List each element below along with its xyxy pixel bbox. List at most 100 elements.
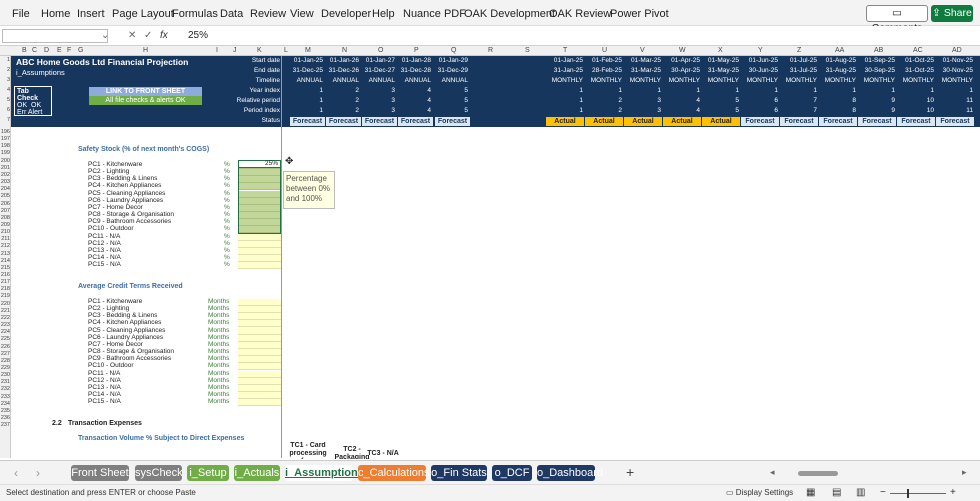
col-header[interactable]: S	[525, 47, 530, 54]
tab-syscheck[interactable]: sysCheck	[135, 465, 183, 481]
input-cell[interactable]	[238, 341, 281, 349]
link-front-sheet-button[interactable]: LINK TO FRONT SHEET	[89, 87, 202, 96]
row-header[interactable]: 198	[0, 143, 11, 149]
name-box[interactable]	[2, 29, 108, 43]
col-header[interactable]: V	[640, 47, 645, 54]
row-header[interactable]: 196	[0, 129, 11, 135]
comments-button[interactable]: ▭ Comments	[866, 5, 928, 34]
hscroll-right-icon[interactable]: ▸	[962, 467, 967, 478]
row-header[interactable]: 212	[0, 243, 11, 249]
row-header[interactable]: 207	[0, 208, 11, 214]
zoom-in-icon[interactable]: +	[950, 487, 956, 498]
row-header[interactable]: 226	[0, 344, 11, 350]
col-header[interactable]: U	[602, 47, 607, 54]
menu-data[interactable]: Data	[220, 8, 243, 20]
cancel-icon[interactable]: ✕	[128, 30, 136, 41]
row-header[interactable]: 206	[0, 201, 11, 207]
col-header[interactable]: AA	[835, 47, 844, 54]
tab-o-dashboard[interactable]: o_Dashboard	[537, 465, 603, 481]
input-cell[interactable]	[238, 399, 281, 407]
row-header[interactable]: 225	[0, 336, 11, 342]
zoom-slider[interactable]	[890, 493, 946, 494]
input-cell[interactable]	[238, 240, 281, 248]
row-header[interactable]: 224	[0, 329, 11, 335]
input-cell[interactable]	[238, 262, 281, 270]
col-header[interactable]: T	[563, 47, 567, 54]
function-icon[interactable]: fx	[160, 30, 168, 41]
active-cell[interactable]: 25%	[238, 160, 281, 168]
input-cell[interactable]	[238, 363, 281, 371]
tab-o-fin-stats[interactable]: o_Fin Stats	[431, 465, 487, 481]
enter-icon[interactable]: ✓	[144, 30, 152, 41]
col-header[interactable]: W	[679, 47, 686, 54]
row-header[interactable]: 234	[0, 401, 11, 407]
row-header[interactable]: 217	[0, 279, 11, 285]
row-header[interactable]: 204	[0, 186, 11, 192]
col-header[interactable]: L	[284, 47, 288, 54]
row-header[interactable]: 218	[0, 286, 11, 292]
tab-i-setup[interactable]: i_Setup	[187, 465, 229, 481]
row-header[interactable]: 220	[0, 301, 11, 307]
scroll-left-icon[interactable]: ‹	[14, 466, 18, 480]
col-header[interactable]: C	[32, 47, 37, 54]
row-header[interactable]: 236	[0, 415, 11, 421]
row-header[interactable]: 219	[0, 293, 11, 299]
chevron-down-icon[interactable]: ⌄	[101, 30, 109, 41]
menu-file[interactable]: File	[12, 8, 30, 20]
tab-i-assumptions[interactable]: i_Assumptions	[285, 465, 364, 481]
input-cell[interactable]	[238, 334, 281, 342]
input-cell[interactable]	[238, 349, 281, 357]
display-settings-button[interactable]: ▭ Display Settings	[726, 488, 793, 497]
col-header[interactable]: P	[414, 47, 419, 54]
row-header[interactable]: 211	[0, 236, 11, 242]
col-header[interactable]: AB	[874, 47, 883, 54]
row-header[interactable]: 230	[0, 372, 11, 378]
row-header[interactable]: 7	[0, 117, 11, 123]
menu-oak-review[interactable]: OAK Review	[549, 8, 611, 20]
input-cell[interactable]	[238, 327, 281, 335]
col-header[interactable]: O	[378, 47, 383, 54]
row-header[interactable]: 222	[0, 315, 11, 321]
row-header[interactable]: 229	[0, 365, 11, 371]
menu-review[interactable]: Review	[250, 8, 286, 20]
input-cell[interactable]	[238, 233, 281, 241]
col-header[interactable]: Q	[451, 47, 456, 54]
col-header[interactable]: J	[233, 47, 237, 54]
row-header[interactable]: 205	[0, 193, 11, 199]
row-header[interactable]: 3	[0, 77, 11, 83]
row-header[interactable]: 232	[0, 386, 11, 392]
menu-developer[interactable]: Developer	[321, 8, 371, 20]
row-header[interactable]: 215	[0, 265, 11, 271]
col-header[interactable]: N	[342, 47, 347, 54]
input-cell[interactable]	[238, 313, 281, 321]
input-cell[interactable]	[238, 247, 281, 255]
col-header[interactable]: Y	[758, 47, 763, 54]
menu-home[interactable]: Home	[41, 8, 70, 20]
col-header[interactable]: F	[67, 47, 71, 54]
col-header[interactable]: R	[488, 47, 493, 54]
input-cell[interactable]	[238, 391, 281, 399]
col-header[interactable]: H	[143, 47, 148, 54]
row-header[interactable]: 210	[0, 229, 11, 235]
row-header[interactable]: 223	[0, 322, 11, 328]
col-header[interactable]: X	[718, 47, 723, 54]
page-break-view-icon[interactable]: ▥	[856, 487, 865, 498]
row-header[interactable]: 1	[0, 57, 11, 63]
input-cell[interactable]	[238, 370, 281, 378]
col-header[interactable]: Z	[797, 47, 801, 54]
menu-power-pivot[interactable]: Power Pivot	[610, 8, 669, 20]
row-header[interactable]: 5	[0, 97, 11, 103]
row-header[interactable]: 197	[0, 136, 11, 142]
row-header[interactable]: 216	[0, 272, 11, 278]
input-cell[interactable]	[238, 377, 281, 385]
col-header[interactable]: AC	[913, 47, 923, 54]
row-header[interactable]: 213	[0, 251, 11, 257]
row-header[interactable]: 209	[0, 222, 11, 228]
row-header[interactable]: 227	[0, 351, 11, 357]
row-header[interactable]: 228	[0, 358, 11, 364]
row-header[interactable]: 201	[0, 165, 11, 171]
row-header[interactable]: 237	[0, 422, 11, 428]
scroll-right-icon[interactable]: ›	[36, 466, 40, 480]
col-header[interactable]: K	[257, 47, 262, 54]
input-cell[interactable]	[238, 356, 281, 364]
